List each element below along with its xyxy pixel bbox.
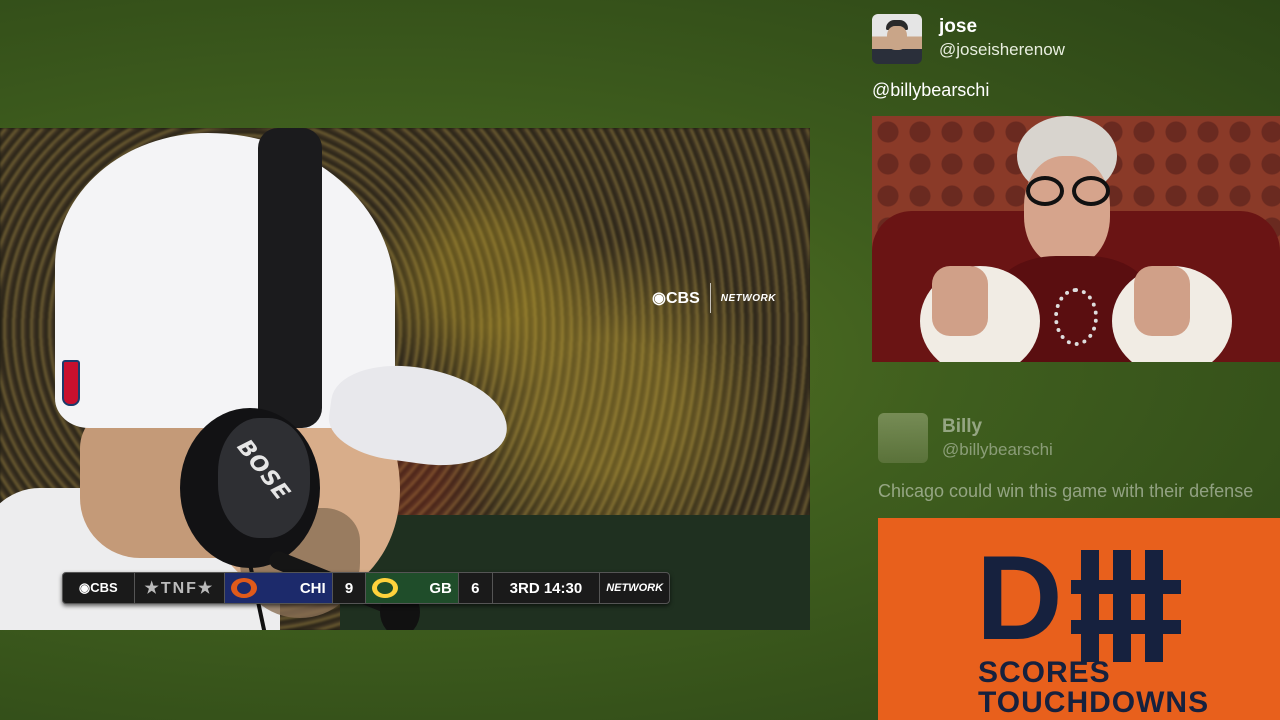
avatar-jose[interactable] (872, 14, 922, 64)
avatar-head (887, 26, 907, 50)
headset-band (258, 128, 322, 428)
scorebug: ◉CBS ★TNF★ CHI 9 GB 6 3RD 14:30 NETWORK (62, 572, 670, 604)
scorebug-network: NETWORK (606, 582, 664, 594)
tweet-author-handle[interactable]: @joseisherenow (939, 40, 1065, 60)
scorebug-cbs: ◉CBS (63, 573, 135, 603)
scorebug-show: ★TNF★ (135, 573, 226, 603)
game-clock: 3RD 14:30 (493, 573, 601, 603)
packers-logo-icon (372, 578, 399, 598)
tweet-author-name[interactable]: jose (939, 16, 977, 38)
avatar-billy[interactable] (878, 413, 928, 463)
gif-necklace (1054, 288, 1098, 346)
network-bug: ◉CBS NETWORK (652, 283, 776, 313)
graphic-line-1: SCORES (978, 656, 1111, 689)
video-player[interactable]: BOSE ◉CBS NETWORK (0, 128, 810, 630)
glasses-lens-left (1026, 176, 1064, 206)
tweet-author-name[interactable]: Billy (942, 416, 982, 438)
thumbs-up-icon (1134, 266, 1190, 336)
nfl-network-logo: NETWORK (720, 292, 776, 304)
fence-icon (1071, 550, 1181, 662)
tweet-media-graphic[interactable]: D SCORES TOUCHDOWNS (878, 518, 1280, 720)
tweet-text[interactable]: @billybearschi (872, 80, 989, 101)
scorebug-home-team: GB (366, 573, 459, 603)
bears-logo-icon (231, 578, 258, 598)
tweet-text[interactable]: Chicago could win this game with their d… (878, 481, 1280, 502)
nfl-shield-icon (62, 360, 80, 406)
graphic-letter: D (976, 531, 1063, 665)
home-score: 6 (459, 573, 493, 603)
away-score: 9 (333, 573, 367, 603)
cbs-logo: ◉CBS (652, 290, 700, 307)
tweet-media-gif[interactable] (872, 116, 1280, 362)
home-team-abbr: GB (429, 579, 452, 597)
gif-face (1024, 156, 1110, 266)
bug-divider (709, 283, 711, 313)
thumbs-up-icon (932, 266, 988, 336)
glasses-lens-right (1072, 176, 1110, 206)
tweet-author-handle[interactable]: @billybearschi (942, 440, 1053, 460)
graphic-line-2: TOUCHDOWNS (978, 686, 1210, 719)
scorebug-away-team: CHI (225, 573, 333, 603)
away-team-abbr: CHI (299, 579, 326, 597)
gif-glasses (1022, 176, 1114, 206)
coach-figure: BOSE (0, 128, 520, 630)
